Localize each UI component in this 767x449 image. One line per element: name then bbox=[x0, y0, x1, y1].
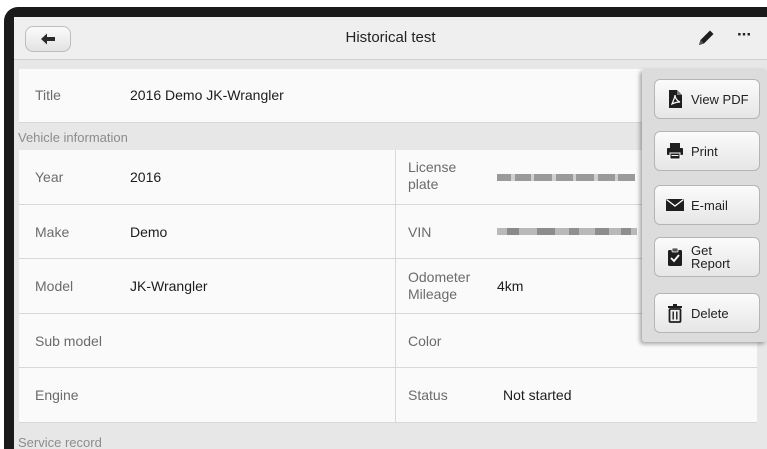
delete-button[interactable]: Delete bbox=[654, 293, 760, 333]
view-pdf-label: View PDF bbox=[691, 91, 749, 107]
service-section-header: Service record bbox=[18, 435, 102, 449]
title-value: 2016 Demo JK-Wrangler bbox=[130, 87, 284, 103]
more-menu: View PDF Print E-mail Get Report Delete bbox=[642, 69, 767, 342]
print-button[interactable]: Print bbox=[654, 131, 760, 171]
envelope-icon bbox=[666, 198, 684, 211]
pdf-icon bbox=[669, 90, 682, 108]
color-label: Color bbox=[408, 333, 442, 349]
status-value: Not started bbox=[503, 387, 572, 403]
email-button[interactable]: E-mail bbox=[654, 185, 760, 225]
year-label: Year bbox=[35, 169, 64, 185]
trash-icon bbox=[668, 304, 682, 323]
title-label: Title bbox=[35, 87, 61, 103]
vin-value bbox=[497, 228, 637, 235]
clipboard-icon bbox=[668, 247, 682, 266]
odometer-label: Odometer Mileage bbox=[408, 269, 471, 302]
submodel-label: Sub model bbox=[35, 333, 102, 349]
top-bar: Historical test ··· bbox=[14, 17, 767, 60]
printer-icon bbox=[667, 143, 683, 160]
delete-label: Delete bbox=[691, 305, 729, 321]
license-plate-value bbox=[497, 174, 635, 181]
make-value: Demo bbox=[130, 224, 168, 240]
get-report-label: Get Report bbox=[691, 243, 731, 271]
license-plate-label: License plate bbox=[408, 159, 457, 192]
year-value: 2016 bbox=[130, 169, 162, 185]
status-label: Status bbox=[408, 387, 448, 403]
page-title: Historical test bbox=[345, 29, 436, 46]
view-pdf-button[interactable]: View PDF bbox=[654, 79, 760, 119]
engine-label: Engine bbox=[35, 387, 79, 403]
model-value: JK-Wrangler bbox=[130, 278, 208, 294]
column-divider bbox=[395, 150, 396, 422]
vehicle-section-header: Vehicle information bbox=[18, 130, 128, 145]
print-label: Print bbox=[691, 143, 718, 159]
pencil-icon[interactable] bbox=[696, 28, 716, 48]
screen: Historical test ··· Title 2016 Demo JK-W… bbox=[14, 17, 767, 449]
more-icon[interactable]: ··· bbox=[732, 25, 756, 49]
make-label: Make bbox=[35, 224, 70, 240]
model-label: Model bbox=[35, 278, 74, 294]
email-label: E-mail bbox=[691, 197, 728, 213]
vin-label: VIN bbox=[408, 224, 432, 240]
back-button[interactable] bbox=[25, 26, 71, 52]
odometer-value: 4km bbox=[497, 278, 524, 294]
engine-row: Engine Status Not started bbox=[19, 368, 757, 423]
back-arrow-icon bbox=[41, 33, 55, 45]
tablet-frame: Historical test ··· Title 2016 Demo JK-W… bbox=[4, 7, 767, 449]
get-report-button[interactable]: Get Report bbox=[654, 237, 760, 277]
